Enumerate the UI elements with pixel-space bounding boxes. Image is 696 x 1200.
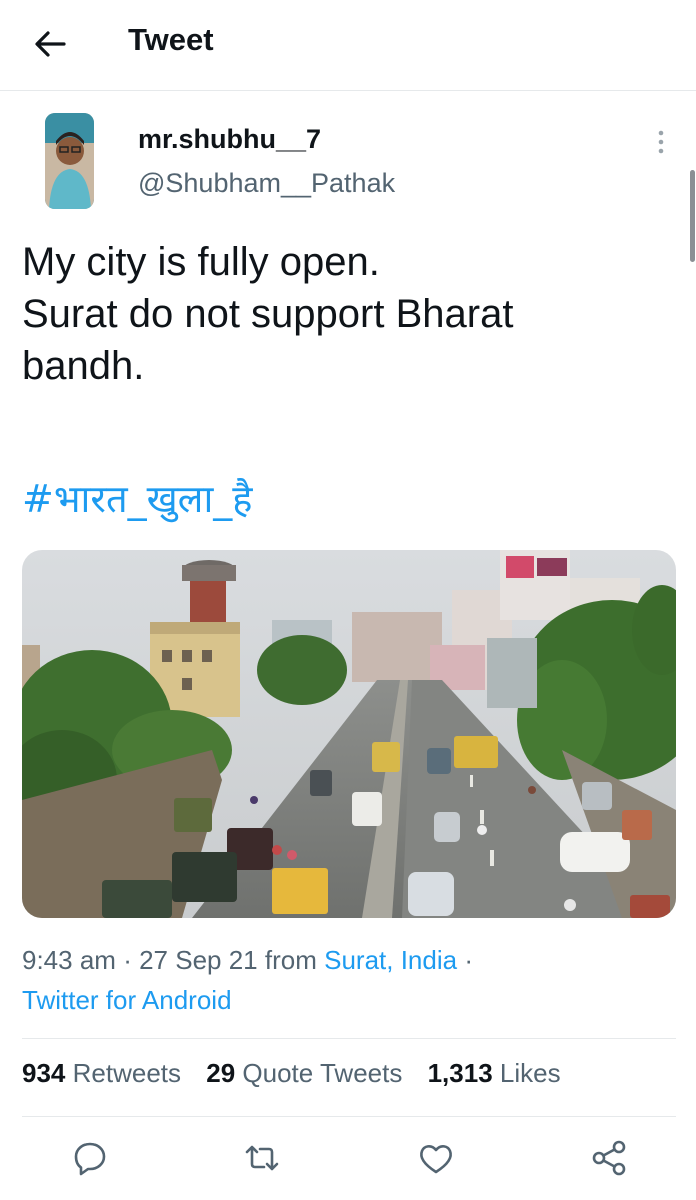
retweets-count: 934 (22, 1058, 66, 1088)
share-icon (592, 1140, 626, 1176)
top-bar: Tweet (0, 0, 696, 91)
display-name[interactable]: mr.shubhu__7 (138, 124, 321, 155)
location-link[interactable]: Surat, India (324, 945, 457, 975)
divider (22, 1116, 676, 1117)
tweet-stats: 934 Retweets 29 Quote Tweets 1,313 Likes (22, 1058, 579, 1089)
tweet-text-line: Surat do not support Bharat (22, 292, 514, 336)
quote-tweets-stat[interactable]: 29 Quote Tweets (206, 1058, 402, 1088)
likes-stat[interactable]: 1,313 Likes (428, 1058, 561, 1088)
tweet-text: My city is fully open. Surat do not supp… (22, 236, 672, 392)
source-link[interactable]: Twitter for Android (22, 985, 232, 1015)
retweets-label: Retweets (72, 1058, 182, 1088)
like-icon (420, 1145, 452, 1174)
from-label: from (264, 945, 325, 975)
user-handle[interactable]: @Shubham__Pathak (138, 168, 395, 199)
meta-separator: · (464, 945, 473, 975)
avatar[interactable] (45, 113, 94, 209)
quote-tweets-count: 29 (206, 1058, 236, 1088)
tweet-media-photo[interactable] (22, 550, 676, 918)
meta-separator: · (123, 945, 140, 975)
reply-button[interactable] (70, 1138, 110, 1178)
retweets-stat[interactable]: 934 Retweets (22, 1058, 181, 1088)
street-photo (22, 550, 676, 918)
share-button[interactable] (590, 1138, 630, 1178)
avatar-image (45, 113, 94, 209)
tweet-date[interactable]: 27 Sep 21 (139, 945, 258, 975)
arrow-left-icon (35, 31, 66, 57)
scrollbar-thumb[interactable] (690, 170, 695, 262)
hashtag-link[interactable]: #भारत_खुला_है (22, 472, 252, 524)
tweet-text-line: bandh. (22, 344, 145, 388)
retweet-icon (245, 1145, 279, 1171)
retweet-button[interactable] (242, 1138, 282, 1178)
likes-label: Likes (499, 1058, 561, 1088)
back-button[interactable] (30, 24, 70, 64)
tweet-text-line: My city is fully open. (22, 240, 380, 284)
more-vertical-icon (658, 130, 664, 154)
divider (22, 1038, 676, 1039)
reply-icon (74, 1142, 106, 1176)
more-options-button[interactable] (652, 128, 670, 158)
tweet-meta: 9:43 am · 27 Sep 21 from Surat, India · … (22, 940, 682, 1020)
tweet-time[interactable]: 9:43 am (22, 945, 116, 975)
like-button[interactable] (416, 1138, 456, 1178)
likes-count: 1,313 (427, 1058, 493, 1088)
quote-tweets-label: Quote Tweets (242, 1058, 403, 1088)
page-title: Tweet (128, 22, 214, 57)
action-bar (0, 1128, 696, 1188)
